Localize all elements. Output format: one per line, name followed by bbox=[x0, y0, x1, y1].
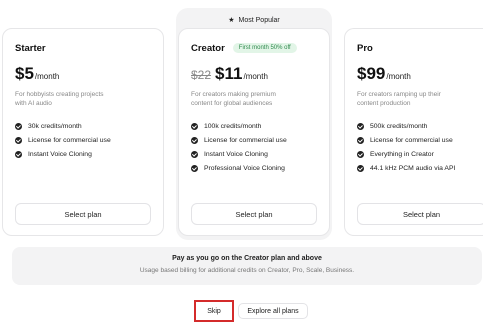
plan-card-pro: Pro $99 /month For creators ramping up t… bbox=[344, 28, 483, 236]
price-period: /month bbox=[243, 72, 268, 81]
select-plan-pro-button[interactable]: Select plan bbox=[357, 203, 483, 225]
plan-card-starter: Starter $5 /month For hobbyists creating… bbox=[2, 28, 164, 236]
plan-description-line: with AI audio bbox=[15, 100, 52, 107]
feature-item: 500k credits/month bbox=[357, 119, 482, 133]
feature-text: License for commercial use bbox=[370, 136, 453, 144]
feature-item: Instant Voice Cloning bbox=[15, 147, 151, 161]
check-icon bbox=[191, 150, 198, 158]
plan-description-line: For creators ramping up their bbox=[357, 91, 441, 98]
plan-description: For creators ramping up their content pr… bbox=[357, 90, 482, 110]
old-price: $22 bbox=[191, 68, 212, 82]
feature-text: 100k credits/month bbox=[204, 122, 262, 130]
feature-text: Instant Voice Cloning bbox=[28, 150, 92, 158]
price-row: $5 /month bbox=[15, 64, 151, 84]
plan-price: $11 bbox=[215, 64, 243, 83]
explore-all-plans-button[interactable]: Explore all plans bbox=[238, 303, 308, 319]
feature-item: License for commercial use bbox=[15, 133, 151, 147]
check-icon bbox=[191, 136, 198, 144]
price-row: $22 $11 /month bbox=[191, 64, 317, 84]
check-icon bbox=[191, 122, 198, 130]
check-icon bbox=[357, 122, 364, 130]
price-period: /month bbox=[34, 72, 60, 81]
plan-name: Pro bbox=[357, 42, 373, 54]
star-icon: ★ bbox=[228, 17, 235, 24]
most-popular-text: Most Popular bbox=[238, 16, 280, 24]
feature-item: 100k credits/month bbox=[191, 119, 317, 133]
plan-price: $99 bbox=[357, 64, 386, 83]
feature-text: License for commercial use bbox=[204, 136, 287, 144]
check-icon bbox=[357, 150, 364, 158]
check-icon bbox=[357, 136, 364, 144]
select-plan-creator-button[interactable]: Select plan bbox=[191, 203, 317, 225]
feature-text: 500k credits/month bbox=[370, 122, 428, 130]
check-icon bbox=[15, 136, 22, 144]
discount-badge: First month 50% off bbox=[232, 43, 297, 53]
feature-item: Professional Voice Cloning bbox=[191, 161, 317, 175]
feature-list: 500k credits/month License for commercia… bbox=[357, 119, 482, 175]
check-icon bbox=[357, 164, 364, 172]
feature-item: 44.1 kHz PCM audio via API bbox=[357, 161, 482, 175]
plan-name: Starter bbox=[15, 42, 46, 54]
feature-text: Professional Voice Cloning bbox=[204, 164, 285, 172]
feature-text: 44.1 kHz PCM audio via API bbox=[370, 164, 456, 172]
price-period: /month bbox=[386, 72, 411, 81]
payg-subtitle: Usage based billing for additional credi… bbox=[139, 267, 355, 274]
feature-item: Everything in Creator bbox=[357, 147, 482, 161]
plan-description-line: content production bbox=[357, 100, 411, 107]
bottom-actions: Skip Explore all plans bbox=[0, 300, 483, 322]
plan-description-line: content for global audiences bbox=[191, 100, 273, 107]
plan-price: $5 bbox=[15, 64, 34, 83]
plan-description: For creators making premium content for … bbox=[191, 90, 317, 110]
check-icon bbox=[15, 122, 22, 130]
feature-item: Instant Voice Cloning bbox=[191, 147, 317, 161]
feature-list: 30k credits/month License for commercial… bbox=[15, 119, 151, 161]
select-plan-starter-button[interactable]: Select plan bbox=[15, 203, 151, 225]
skip-button[interactable]: Skip bbox=[194, 300, 234, 322]
feature-item: License for commercial use bbox=[357, 133, 482, 147]
check-icon bbox=[15, 150, 22, 158]
feature-item: 30k credits/month bbox=[15, 119, 151, 133]
payg-title: Pay as you go on the Creator plan and ab… bbox=[172, 255, 322, 262]
price-row: $99 /month bbox=[357, 64, 482, 84]
check-icon bbox=[191, 164, 198, 172]
feature-list: 100k credits/month License for commercia… bbox=[191, 119, 317, 175]
pay-as-you-go-banner: Pay as you go on the Creator plan and ab… bbox=[12, 247, 482, 285]
feature-text: 30k credits/month bbox=[28, 122, 82, 130]
most-popular-label: ★ Most Popular bbox=[176, 14, 332, 26]
plan-description-line: For hobbyists creating projects bbox=[15, 91, 104, 98]
feature-item: License for commercial use bbox=[191, 133, 317, 147]
feature-text: Everything in Creator bbox=[370, 150, 434, 158]
feature-text: Instant Voice Cloning bbox=[204, 150, 268, 158]
plan-description: For hobbyists creating projects with AI … bbox=[15, 90, 151, 110]
feature-text: License for commercial use bbox=[28, 136, 111, 144]
plan-name: Creator bbox=[191, 42, 225, 54]
plan-card-creator: Creator First month 50% off $22 $11 /mon… bbox=[178, 28, 330, 236]
plan-description-line: For creators making premium bbox=[191, 91, 276, 98]
